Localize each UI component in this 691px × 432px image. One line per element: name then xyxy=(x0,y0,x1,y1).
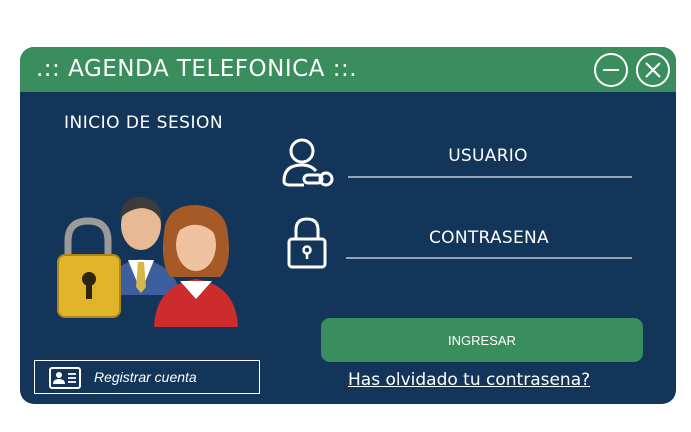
password-underline xyxy=(346,257,632,259)
window-title: .:: AGENDA TELEFONICA ::. xyxy=(36,56,358,82)
close-button[interactable] xyxy=(636,53,670,87)
username-input[interactable] xyxy=(348,151,636,177)
title-bar[interactable]: .:: AGENDA TELEFONICA ::. xyxy=(20,47,676,92)
user-key-icon xyxy=(282,138,334,187)
minimize-button[interactable] xyxy=(594,53,628,87)
section-title: INICIO DE SESION xyxy=(64,113,224,133)
users-lock-illustration xyxy=(57,196,238,327)
register-account-button[interactable]: Registrar cuenta xyxy=(34,360,260,394)
id-card-icon xyxy=(49,367,81,389)
forgot-password-link[interactable]: Has olvidado tu contrasena? xyxy=(348,370,590,390)
password-input[interactable] xyxy=(346,233,636,259)
close-icon xyxy=(645,62,661,78)
login-window: .:: AGENDA TELEFONICA ::. INICIO DE SESI… xyxy=(20,47,676,404)
minimize-icon xyxy=(603,69,619,71)
username-underline xyxy=(348,176,632,178)
register-account-label: Registrar cuenta xyxy=(94,369,197,385)
padlock-icon xyxy=(287,217,327,269)
login-button[interactable]: INGRESAR xyxy=(321,318,643,362)
